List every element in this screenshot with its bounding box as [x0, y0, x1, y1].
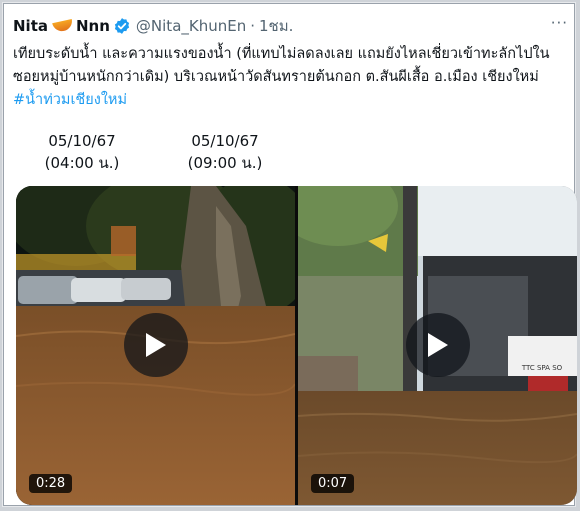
tweet-body: เทียบระดับน้ำ และความแรงของน้ำ (ที่แทบไม… [13, 43, 573, 112]
hashtag-link[interactable]: #น้ำท่วมเชียงใหม่ [13, 92, 127, 108]
play-icon [146, 333, 166, 357]
separator-dot: · [250, 17, 256, 35]
play-button-1[interactable] [124, 313, 188, 377]
author-display-name[interactable]: Nita [13, 17, 48, 35]
date-label: 05/10/67 [48, 132, 116, 150]
timestamp-label-1: 05/10/67 (04:00 น.) [17, 130, 147, 174]
verified-badge-icon [113, 17, 131, 35]
more-options-icon[interactable]: ··· [551, 14, 568, 32]
author-handle[interactable]: @Nita_KhunEn [136, 17, 246, 35]
play-button-2[interactable] [406, 313, 470, 377]
date-label: 05/10/67 [191, 132, 259, 150]
video-duration-2: 0:07 [311, 474, 355, 493]
tweet-header: Nita Nnn @Nita_KhunEn · 1ชม. ··· [13, 14, 568, 38]
boat-emoji-icon [52, 19, 74, 33]
tweet-text: เทียบระดับน้ำ และความแรงของน้ำ (ที่แทบไม… [13, 46, 550, 85]
author-display-name-suffix[interactable]: Nnn [76, 17, 110, 35]
play-icon [428, 333, 448, 357]
time-label: (04:00 น.) [44, 154, 120, 172]
video-duration-1: 0:28 [29, 474, 73, 493]
time-label: (09:00 น.) [187, 154, 263, 172]
video-1[interactable]: 0:28 [16, 186, 295, 505]
video-2[interactable]: TTC SPA SO 0:07 [298, 186, 577, 505]
timestamp[interactable]: 1ชม. [259, 14, 293, 38]
timestamp-label-2: 05/10/67 (09:00 น.) [160, 130, 290, 174]
tweet-card: Nita Nnn @Nita_KhunEn · 1ชม. ··· เทียบระ… [3, 3, 577, 506]
sign-text: TTC SPA SO [521, 364, 563, 372]
media-grid: 0:28 TTC SPA SO 0:07 [16, 186, 577, 505]
